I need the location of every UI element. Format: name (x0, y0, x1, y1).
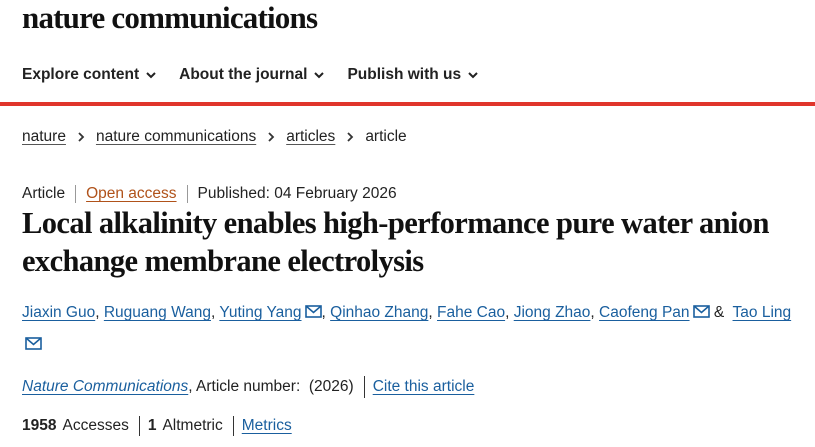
open-access-link[interactable]: Open access (86, 185, 176, 203)
article-meta: Article Open access Published: 04 Februa… (22, 185, 397, 203)
chevron-down-icon (314, 72, 325, 79)
author-separator: , (590, 304, 600, 321)
mail-icon[interactable] (692, 305, 710, 318)
accent-bar (0, 102, 815, 106)
journal-link[interactable]: Nature Communications (22, 378, 188, 396)
cite-article-link[interactable]: Cite this article (373, 378, 475, 396)
nav-item-label: Publish with us (347, 66, 462, 83)
divider (138, 416, 140, 436)
divider (363, 376, 365, 398)
article-number: , Article number: (2026) (188, 378, 354, 395)
author-separator: , (505, 304, 514, 321)
nav-item-label: About the journal (179, 66, 308, 83)
mail-icon[interactable] (304, 305, 322, 318)
altmetric-label: Altmetric (162, 417, 223, 434)
breadcrumb-nature[interactable]: nature (22, 128, 66, 146)
site-logo[interactable]: nature communications (22, 0, 318, 36)
chevron-down-icon (146, 72, 156, 79)
accesses-count: 1958 (22, 417, 57, 434)
author-separator: , (428, 304, 438, 321)
article-type: Article (22, 185, 66, 202)
journal-info: Nature Communications , Article number: … (22, 376, 474, 398)
breadcrumb-nature-communications[interactable]: nature communications (96, 128, 256, 146)
nav-explore-content[interactable]: Explore content (22, 66, 157, 84)
breadcrumb-current: article (365, 128, 407, 145)
author-link[interactable]: Ruguang Wang (104, 304, 211, 321)
author-link[interactable]: Tao Ling (733, 304, 792, 321)
altmetric-count: 1 (147, 417, 157, 434)
accesses-label: Accesses (62, 417, 129, 434)
author-separator: , (321, 304, 331, 321)
divider (232, 416, 234, 436)
published-date: Published: 04 February 2026 (197, 185, 397, 202)
chevron-right-icon (78, 132, 85, 142)
author-separator: , (95, 304, 104, 321)
author-link[interactable]: Caofeng Pan (599, 304, 690, 321)
author-link[interactable]: Jiaxin Guo (22, 304, 95, 321)
author-link[interactable]: Qinhao Zhang (330, 304, 428, 321)
breadcrumb: nature nature communications articles ar… (22, 128, 407, 146)
author-link[interactable]: Fahe Cao (437, 304, 505, 321)
chevron-down-icon (468, 72, 478, 79)
divider (186, 185, 188, 203)
author-link[interactable]: Yuting Yang (219, 304, 301, 321)
mail-icon[interactable] (25, 337, 42, 350)
article-metrics: 1958 Accesses 1 Altmetric Metrics (22, 416, 292, 436)
chevron-right-icon (268, 132, 275, 142)
author-list: Jiaxin Guo, Ruguang Wang, Yuting Yang, Q… (22, 297, 792, 361)
nav-about-the-journal[interactable]: About the journal (179, 66, 325, 84)
divider (75, 185, 77, 203)
author-link[interactable]: Jiong Zhao (514, 304, 591, 321)
metrics-link[interactable]: Metrics (242, 417, 292, 435)
author-separator: & (709, 304, 729, 321)
breadcrumb-articles[interactable]: articles (286, 128, 335, 146)
nav-publish-with-us[interactable]: Publish with us (347, 66, 479, 84)
article-title: Local alkalinity enables high-performanc… (22, 206, 770, 278)
nav-item-label: Explore content (22, 66, 140, 83)
main-nav: Explore content About the journal Publis… (22, 66, 479, 84)
chevron-right-icon (347, 132, 354, 142)
